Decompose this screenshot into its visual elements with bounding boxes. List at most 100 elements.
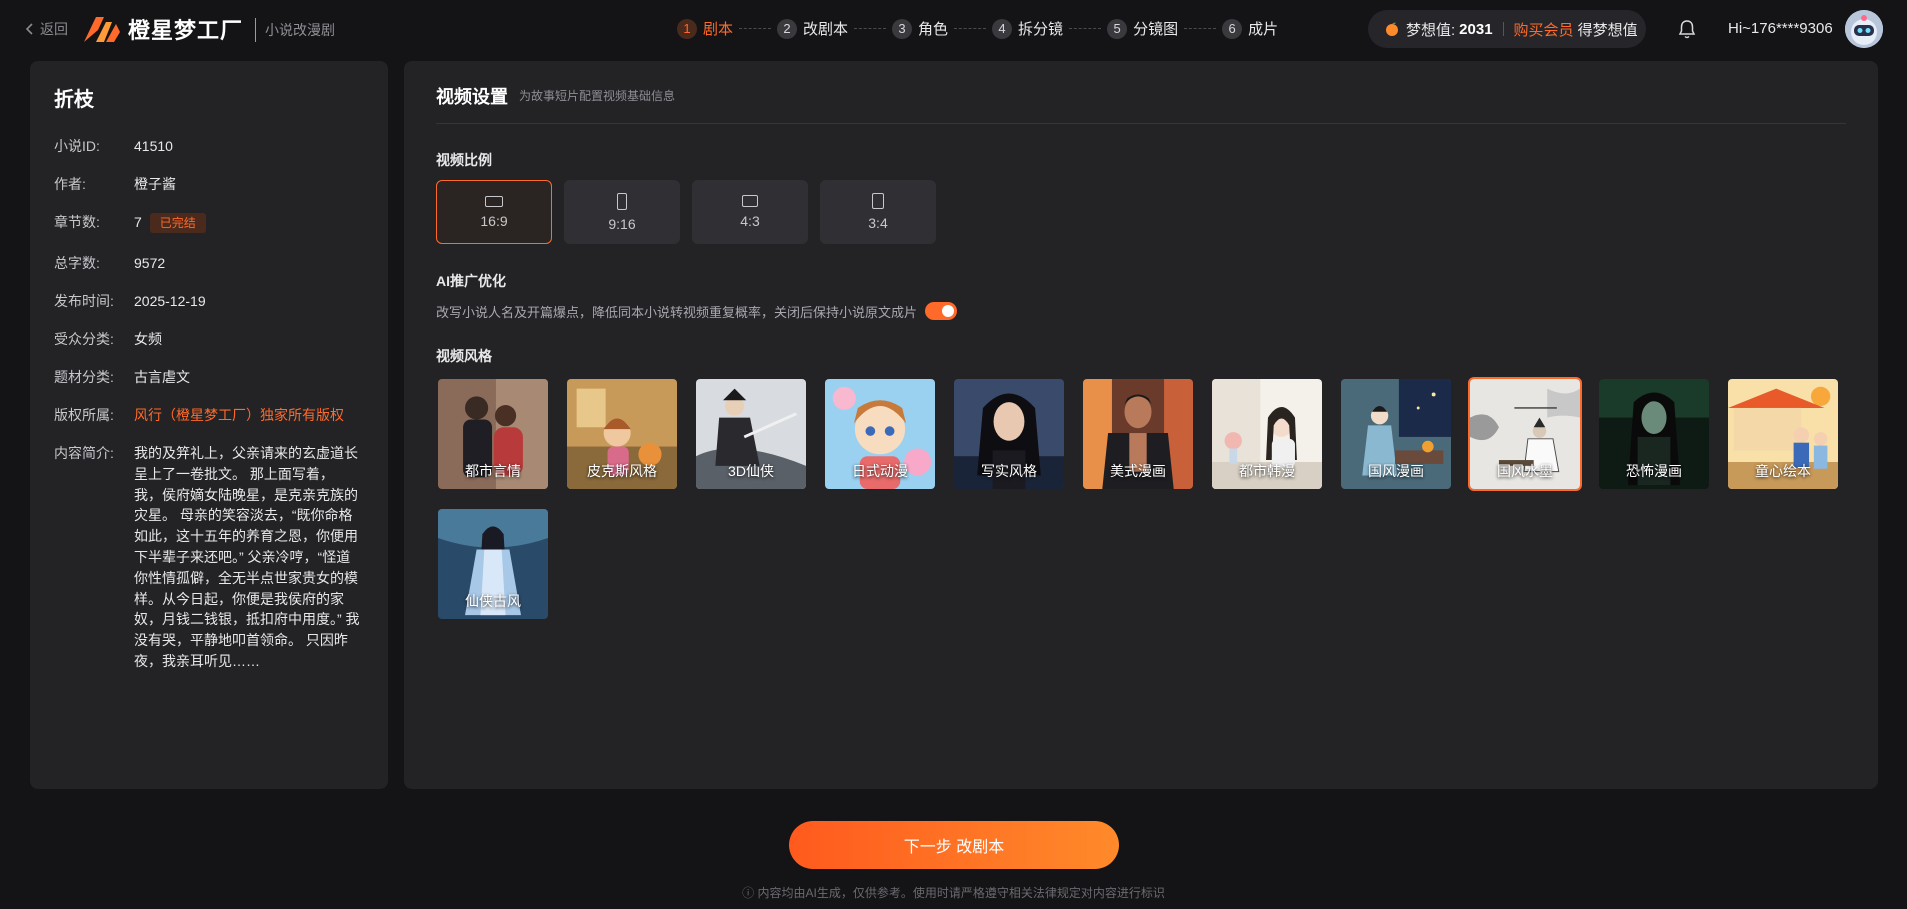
style-name: 日式动漫 xyxy=(852,463,908,479)
ratio-16-9[interactable]: 16:9 xyxy=(436,180,552,244)
landscape-icon xyxy=(485,195,503,207)
info-value: 风行（橙星梦工厂）独家所有版权 xyxy=(134,407,344,423)
step-script[interactable]: 1 剧本 xyxy=(677,18,733,39)
ai-disclaimer: ⓘ 内容均由AI生成，仅供参考。使用时请严格遵守相关法律规定对内容进行标识 xyxy=(742,886,1165,900)
step-number: 4 xyxy=(992,18,1013,39)
step-number: 6 xyxy=(1222,18,1243,39)
step-edit-script[interactable]: 2 改剧本 xyxy=(777,18,848,39)
step-connector xyxy=(854,28,887,29)
info-row-chapters: 章节数: 7 已完结 xyxy=(54,212,364,233)
info-key: 作者: xyxy=(54,176,86,192)
step-progress: 1 剧本 2 改剧本 3 角色 4 拆分镜 5 分镜图 6 成片 xyxy=(677,18,1278,39)
next-step-button[interactable]: 下一步 改剧本 xyxy=(789,821,1119,869)
avatar-robot-icon xyxy=(1845,10,1883,48)
bell-icon[interactable] xyxy=(1677,18,1697,40)
portrait-icon xyxy=(617,192,627,210)
info-key: 总字数: xyxy=(54,255,100,271)
logo-text: 橙星梦工厂 xyxy=(128,18,244,43)
info-row-summary: 内容简介: 我的及笄礼上，父亲请来的玄虚道长呈上了一卷批文。 那上面写着，我，侯… xyxy=(54,443,364,672)
info-row-copyright: 版权所属: 风行（橙星梦工厂）独家所有版权 xyxy=(54,405,364,425)
info-value: 古言虐文 xyxy=(134,369,190,385)
ratio-9-16[interactable]: 9:16 xyxy=(564,180,680,244)
step-final[interactable]: 6 成片 xyxy=(1222,18,1278,39)
step-number: 3 xyxy=(892,18,913,39)
user-greeting[interactable]: Hi~176****9306 xyxy=(1728,20,1833,37)
earn-dream-link[interactable]: 得梦想值 xyxy=(1578,19,1638,40)
info-value: 橙子酱 xyxy=(134,176,176,192)
info-value: 9572 xyxy=(134,255,166,271)
style-section-label: 视频风格 xyxy=(436,348,492,364)
style-ink-wash[interactable]: 国风水墨 xyxy=(1468,377,1582,491)
ai-section-label: AI推广优化 xyxy=(436,273,506,289)
info-value: 女频 xyxy=(134,331,162,347)
ratio-options: 16:9 9:16 4:3 3:4 xyxy=(436,180,936,244)
dream-value-pill: 梦想值: 2031 购买会员 得梦想值 xyxy=(1368,10,1646,48)
style-pixar[interactable]: 皮克斯风格 xyxy=(565,377,679,491)
step-split-shots[interactable]: 4 拆分镜 xyxy=(992,18,1063,39)
style-urban-romance[interactable]: 都市言情 xyxy=(436,377,550,491)
style-grid: 都市言情 皮克斯风格 3D仙侠 日式动漫 写实风格 美式漫画 都市韩漫 国风漫画… xyxy=(436,377,1840,621)
style-urban-manhwa[interactable]: 都市韩漫 xyxy=(1210,377,1324,491)
style-japanese-anime[interactable]: 日式动漫 xyxy=(823,377,937,491)
info-value: 41510 xyxy=(134,138,173,154)
style-3d-xianxia[interactable]: 3D仙侠 xyxy=(694,377,808,491)
style-american-comic[interactable]: 美式漫画 xyxy=(1081,377,1195,491)
info-key: 题材分类: xyxy=(54,369,114,385)
style-name: 3D仙侠 xyxy=(728,463,774,479)
ai-description: 改写小说人名及开篇爆点，降低同本小说转视频重复概率，关闭后保持小说原文成片 xyxy=(436,305,918,320)
step-number: 5 xyxy=(1107,18,1128,39)
user-avatar[interactable] xyxy=(1845,10,1883,48)
ratio-3-4[interactable]: 3:4 xyxy=(820,180,936,244)
style-name: 写实风格 xyxy=(981,463,1037,479)
style-chinese-comic[interactable]: 国风漫画 xyxy=(1339,377,1453,491)
style-name: 美式漫画 xyxy=(1110,463,1166,479)
style-name: 恐怖漫画 xyxy=(1626,463,1682,479)
info-row-genre: 题材分类: 古言虐文 xyxy=(54,367,364,387)
settings-title: 视频设置 xyxy=(436,87,508,107)
step-label: 分镜图 xyxy=(1133,21,1179,38)
style-picture-book[interactable]: 童心绘本 xyxy=(1726,377,1840,491)
style-realistic[interactable]: 写实风格 xyxy=(952,377,1066,491)
dream-label: 梦想值: xyxy=(1406,21,1456,39)
ratio-label: 4:3 xyxy=(740,213,760,229)
style-xianxia-ancient[interactable]: 仙侠古风 xyxy=(436,507,550,621)
step-storyboard[interactable]: 5 分镜图 xyxy=(1107,18,1178,39)
step-characters[interactable]: 3 角色 xyxy=(892,18,948,39)
back-button[interactable]: 返回 xyxy=(24,19,68,39)
info-row-publish-date: 发布时间: 2025-12-19 xyxy=(54,291,364,311)
info-key: 内容简介: xyxy=(54,445,114,461)
landscape-icon xyxy=(742,195,758,207)
logo-subtitle: 小说改漫剧 xyxy=(265,22,335,38)
orange-fruit-icon xyxy=(1386,22,1398,36)
logo-mark-icon xyxy=(84,17,120,42)
step-connector xyxy=(739,28,772,29)
step-label: 拆分镜 xyxy=(1018,21,1064,38)
style-name: 皮克斯风格 xyxy=(587,463,657,479)
info-row-id: 小说ID: 41510 xyxy=(54,136,364,156)
info-key: 发布时间: xyxy=(54,293,114,309)
style-horror-comic[interactable]: 恐怖漫画 xyxy=(1597,377,1711,491)
novel-info-panel: 折枝 小说ID: 41510 作者: 橙子酱 章节数: 7 已完结 总字数: 95… xyxy=(30,61,388,789)
info-row-word-count: 总字数: 9572 xyxy=(54,253,364,273)
app-logo[interactable]: 橙星梦工厂 xyxy=(82,13,243,45)
buy-member-link[interactable]: 购买会员 xyxy=(1514,19,1574,40)
step-connector xyxy=(954,28,987,29)
step-label: 改剧本 xyxy=(803,21,849,38)
style-name: 国风水墨 xyxy=(1497,463,1553,479)
step-connector xyxy=(1184,28,1217,29)
info-key: 章节数: xyxy=(54,214,100,230)
novel-summary: 我的及笄礼上，父亲请来的玄虚道长呈上了一卷批文。 那上面写着，我，侯府嫡女陆晚星… xyxy=(134,445,360,669)
settings-subtitle: 为故事短片配置视频基础信息 xyxy=(519,89,676,103)
info-key: 小说ID: xyxy=(54,138,100,154)
status-badge: 已完结 xyxy=(149,213,206,233)
step-number: 1 xyxy=(677,18,697,39)
style-name: 都市言情 xyxy=(465,463,521,479)
info-row-audience: 受众分类: 女频 xyxy=(54,329,364,349)
toggle-knob xyxy=(942,305,954,317)
style-name: 童心绘本 xyxy=(1755,463,1811,479)
ratio-4-3[interactable]: 4:3 xyxy=(692,180,808,244)
ratio-label: 16:9 xyxy=(480,212,508,229)
style-name: 都市韩漫 xyxy=(1239,463,1295,479)
info-value: 2025-12-19 xyxy=(134,293,206,309)
ai-optimize-toggle[interactable] xyxy=(925,302,957,320)
